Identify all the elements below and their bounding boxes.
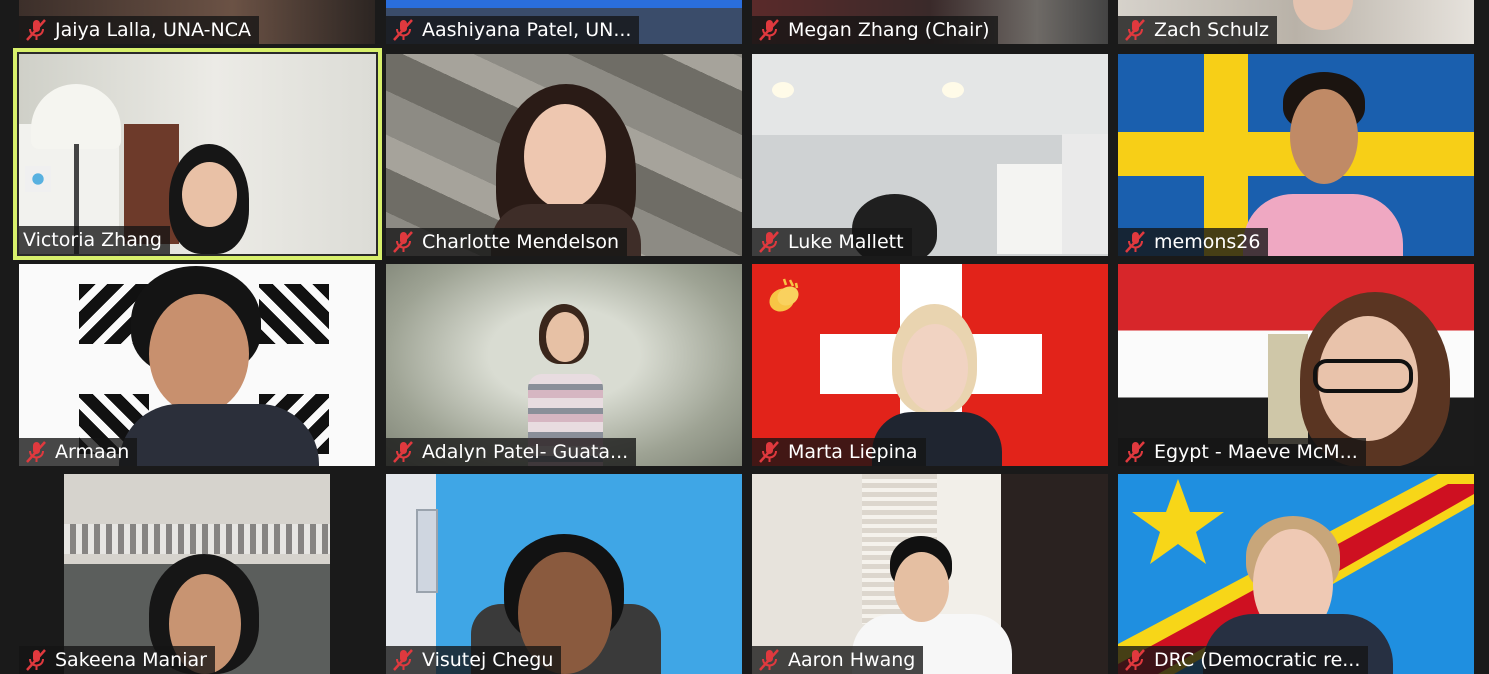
participant-video [1118,474,1474,674]
participant-name-tag: Jaiya Lalla, UNA-NCA [19,16,259,44]
participant-name: Charlotte Mendelson [422,231,620,253]
microphone-muted-icon [1125,649,1145,671]
microphone-muted-icon [393,649,413,671]
participant-name: Victoria Zhang [23,229,162,251]
participant-video [386,54,742,256]
microphone-muted-icon [759,231,779,253]
video-tile[interactable]: Armaan [19,264,375,466]
microphone-muted-icon [1125,441,1145,463]
participant-video [19,264,375,466]
microphone-muted-icon [1125,19,1145,41]
participant-name-tag: DRC (Democratic re... [1118,646,1369,674]
video-tile[interactable]: Marta Liepina [752,264,1108,466]
video-tile[interactable]: Egypt - Maeve McM... [1118,264,1474,466]
participant-video [1118,264,1474,466]
microphone-muted-icon [26,441,46,463]
microphone-muted-icon [393,231,413,253]
participant-name: Zach Schulz [1154,19,1270,41]
video-tile-active-speaker[interactable]: Victoria Zhang [13,48,382,260]
microphone-muted-icon [26,649,46,671]
participant-name-tag: Adalyn Patel- Guata... [386,438,637,466]
participant-name-tag: Zach Schulz [1118,16,1278,44]
microphone-muted-icon [393,19,413,41]
microphone-muted-icon [393,441,413,463]
participant-video [752,264,1108,466]
video-tile[interactable]: Charlotte Mendelson [386,54,742,256]
participant-name: Visutej Chegu [422,649,554,671]
participant-video [752,474,1108,674]
participant-name: Megan Zhang (Chair) [788,19,990,41]
participant-name-tag: Victoria Zhang [19,226,170,254]
video-tile[interactable]: Aaron Hwang [752,474,1108,674]
microphone-muted-icon [759,19,779,41]
video-tile[interactable]: DRC (Democratic re... [1118,474,1474,674]
video-tile[interactable]: Adalyn Patel- Guata... [386,264,742,466]
participant-name: Luke Mallett [788,231,904,253]
participant-name: DRC (Democratic re... [1154,649,1361,671]
video-tile[interactable]: Visutej Chegu [386,474,742,674]
participant-name: Armaan [55,441,130,463]
participant-video [19,54,376,254]
participant-name-tag: Marta Liepina [752,438,926,466]
participant-video [386,474,742,674]
participant-name: Adalyn Patel- Guata... [422,441,629,463]
video-tile[interactable]: Megan Zhang (Chair) [752,0,1108,44]
microphone-muted-icon [1125,231,1145,253]
participant-name-tag: Aashiyana Patel, UN... [386,16,640,44]
participant-name-tag: Megan Zhang (Chair) [752,16,998,44]
microphone-muted-icon [759,649,779,671]
video-tile[interactable]: Aashiyana Patel, UN... [386,0,742,44]
participant-name-tag: memons26 [1118,228,1269,256]
participant-name-tag: Sakeena Maniar [19,646,215,674]
participant-video [752,54,1108,256]
clapping-hands-icon [769,278,799,312]
participant-name: Aashiyana Patel, UN... [422,19,632,41]
microphone-muted-icon [759,441,779,463]
video-tile[interactable]: Sakeena Maniar [19,474,375,674]
video-tile[interactable]: memons26 [1118,54,1474,256]
participant-name-tag: Charlotte Mendelson [386,228,628,256]
video-tile[interactable]: Luke Mallett [752,54,1108,256]
participant-name-tag: Visutej Chegu [386,646,562,674]
participant-name-tag: Aaron Hwang [752,646,924,674]
participant-name-tag: Luke Mallett [752,228,912,256]
participant-video [1118,54,1474,256]
participant-name-tag: Armaan [19,438,138,466]
video-tile[interactable]: Jaiya Lalla, UNA-NCA [19,0,375,44]
participant-name: Egypt - Maeve McM... [1154,441,1358,463]
participant-name: Jaiya Lalla, UNA-NCA [55,19,251,41]
participant-name: memons26 [1154,231,1261,253]
participant-video [64,474,330,674]
microphone-muted-icon [26,19,46,41]
gallery-grid: Jaiya Lalla, UNA-NCA Aashiyana Patel, UN… [0,0,1489,674]
participant-name: Aaron Hwang [788,649,916,671]
participant-name-tag: Egypt - Maeve McM... [1118,438,1366,466]
participant-name: Marta Liepina [788,441,918,463]
video-tile[interactable]: Zach Schulz [1118,0,1474,44]
participant-name: Sakeena Maniar [55,649,207,671]
participant-video [386,264,742,466]
